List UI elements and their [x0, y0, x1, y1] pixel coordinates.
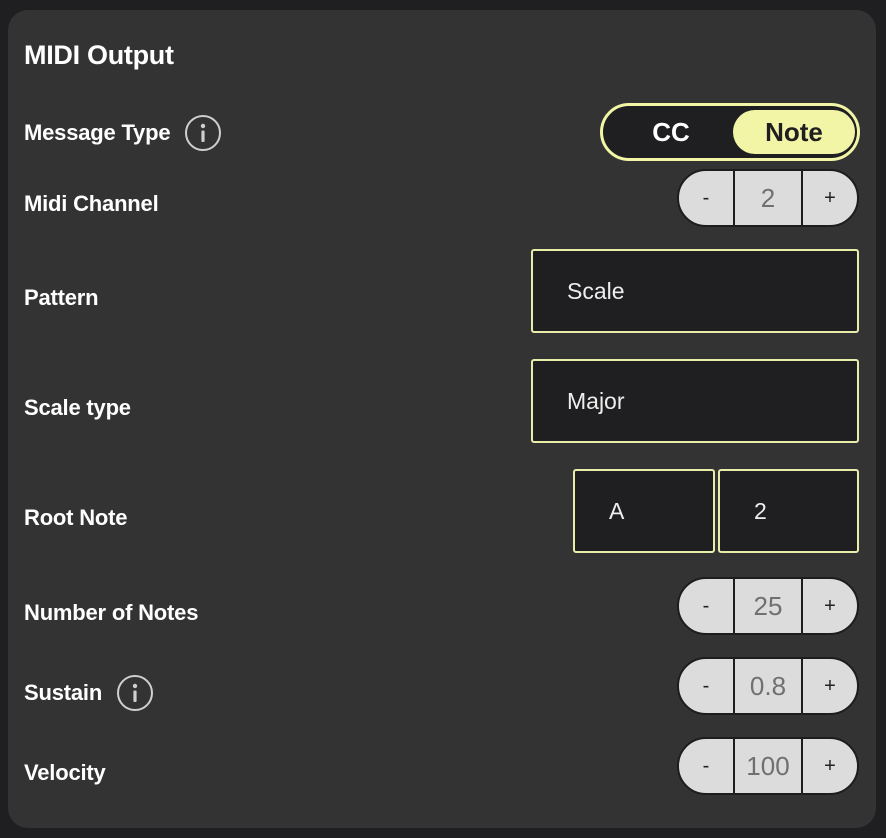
midi-channel-value[interactable]: 2: [735, 171, 801, 225]
panel-title: MIDI Output: [24, 40, 174, 70]
sustain-value[interactable]: 0.8: [735, 659, 801, 713]
message-type-option-cc[interactable]: CC: [611, 110, 731, 154]
sustain-decrement-button[interactable]: -: [679, 659, 735, 713]
number-of-notes-value[interactable]: 25: [735, 579, 801, 633]
message-type-toggle: CC Note: [600, 103, 860, 161]
scale-type-label: Scale type: [24, 395, 131, 420]
sustain-increment-button[interactable]: +: [801, 659, 857, 713]
velocity-decrement-button[interactable]: -: [679, 739, 735, 793]
pattern-label: Pattern: [24, 285, 99, 310]
sustain-row: Sustain: [24, 675, 154, 711]
message-type-option-note[interactable]: Note: [733, 110, 855, 154]
root-note-select[interactable]: A: [573, 469, 715, 553]
root-octave-select[interactable]: 2: [718, 469, 859, 553]
root-note-label: Root Note: [24, 505, 128, 530]
message-type-row: Message Type: [24, 115, 222, 151]
midi-channel-label: Midi Channel: [24, 191, 159, 216]
velocity-increment-button[interactable]: +: [801, 739, 857, 793]
sustain-stepper: - 0.8 +: [677, 657, 859, 715]
info-icon[interactable]: [185, 115, 222, 151]
midi-channel-decrement-button[interactable]: -: [679, 171, 735, 225]
sustain-label: Sustain: [24, 680, 103, 705]
velocity-value[interactable]: 100: [735, 739, 801, 793]
message-type-label: Message Type: [24, 120, 171, 145]
scale-type-select[interactable]: Major: [531, 359, 859, 443]
midi-channel-increment-button[interactable]: +: [801, 171, 857, 225]
velocity-stepper: - 100 +: [677, 737, 859, 795]
number-of-notes-stepper: - 25 +: [677, 577, 859, 635]
pattern-select[interactable]: Scale: [531, 249, 859, 333]
number-of-notes-decrement-button[interactable]: -: [679, 579, 735, 633]
midi-channel-stepper: - 2 +: [677, 169, 859, 227]
info-icon[interactable]: [117, 675, 154, 711]
number-of-notes-label: Number of Notes: [24, 600, 199, 625]
number-of-notes-increment-button[interactable]: +: [801, 579, 857, 633]
velocity-label: Velocity: [24, 760, 106, 785]
